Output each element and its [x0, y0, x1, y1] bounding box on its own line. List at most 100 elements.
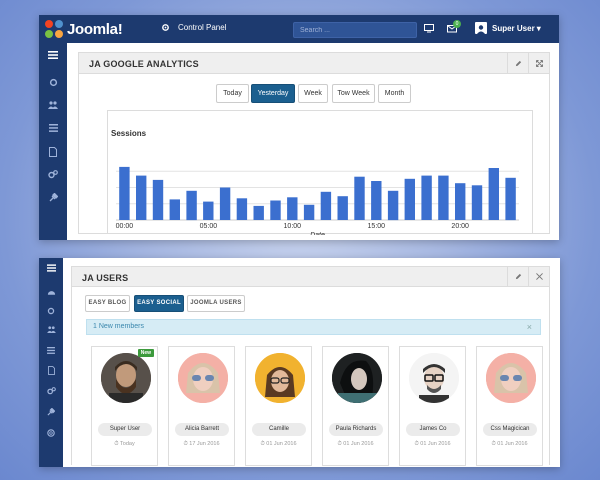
- edit-button[interactable]: [507, 267, 528, 286]
- breadcrumb: Control Panel: [178, 23, 227, 32]
- cog-icon: [162, 24, 169, 31]
- joomla-logo-icon: [45, 20, 63, 38]
- sidebar-item-dashboard[interactable]: [39, 288, 63, 296]
- sidebar: [39, 258, 63, 467]
- hamburger-icon: [48, 51, 58, 59]
- tab-easy-social[interactable]: EASY SOCIAL: [134, 295, 184, 312]
- sidebar-item-dashboard[interactable]: [39, 78, 67, 87]
- avatar: [409, 353, 459, 403]
- member-joined-date: ⏱ Today: [114, 441, 135, 447]
- sidebar-item-extensions[interactable]: [39, 408, 63, 416]
- analytics-window: Joomla! Control Panel 0 Super User ▾: [39, 15, 559, 240]
- sidebar-item-users[interactable]: [39, 101, 67, 109]
- member-card[interactable]: Camille ⏱ 01 Jun 2016: [245, 346, 312, 466]
- sidebar-item-menus[interactable]: [39, 124, 67, 132]
- chart-bar: [219, 187, 231, 220]
- expand-icon: [535, 273, 543, 280]
- list-icon: [47, 347, 55, 354]
- member-card[interactable]: Alicia Barrett ⏱ 17 Jun 2016: [168, 346, 235, 466]
- joomla-logo[interactable]: Joomla!: [45, 20, 123, 38]
- sessions-chart: 00:00 05:00 10:00 15:00 20:00 Date: [116, 166, 519, 235]
- sidebar-item-users[interactable]: [39, 326, 63, 333]
- users-window: JA USERS EASY BLOG EASY SOCIAL JOOMLA US…: [39, 258, 560, 467]
- avatar: [178, 353, 228, 403]
- member-card[interactable]: New Super User ⏱ Today: [91, 346, 158, 466]
- plug-icon: [47, 408, 55, 416]
- member-joined-date: ⏱ 01 Jun 2016: [491, 441, 528, 447]
- sidebar-item-components[interactable]: [39, 170, 67, 179]
- user-avatar-icon: [475, 22, 487, 34]
- new-badge: New: [137, 349, 154, 357]
- chart-bar: [152, 179, 164, 220]
- chart-bar: [438, 175, 449, 220]
- menu-toggle[interactable]: [39, 264, 63, 272]
- sidebar-item-content[interactable]: [39, 147, 67, 157]
- pencil-icon: [515, 273, 521, 280]
- control-panel-link[interactable]: Control Panel: [161, 23, 226, 32]
- member-name[interactable]: Paula Richards: [329, 423, 383, 436]
- sidebar: [39, 43, 67, 240]
- x-tick-label: 20:00: [451, 223, 469, 230]
- member-name[interactable]: Camille: [252, 423, 306, 436]
- tab-easy-blog[interactable]: EASY BLOG: [85, 295, 130, 312]
- x-tick-label: 00:00: [116, 223, 134, 230]
- sidebar-item-content[interactable]: [39, 366, 63, 375]
- sidebar-item-settings[interactable]: [39, 307, 63, 315]
- chart-bar: [421, 175, 432, 220]
- x-tick-label: 10:00: [284, 223, 302, 230]
- sidebar-item-menus[interactable]: [39, 347, 63, 354]
- file-icon: [49, 147, 57, 157]
- dashboard-icon: [47, 291, 55, 295]
- plug-icon: [49, 193, 58, 202]
- cogs-icon: [48, 170, 58, 179]
- avatar: [486, 353, 536, 403]
- analytics-module: JA GOOGLE ANALYTICS Today Yesterday Week…: [78, 52, 550, 235]
- avatar: [255, 353, 305, 403]
- module-title: JA USERS: [82, 273, 129, 283]
- x-tick-label: 15:00: [368, 223, 386, 230]
- sidebar-item-extensions[interactable]: [39, 193, 67, 202]
- member-name[interactable]: Alicia Barrett: [175, 423, 229, 436]
- member-card[interactable]: Paula Richards ⏱ 01 Jun 2016: [322, 346, 389, 466]
- chart-bar: [505, 177, 516, 221]
- chart-bar: [354, 176, 365, 220]
- user-name: Super User: [492, 23, 535, 33]
- new-members-alert: 1 New members ×: [86, 319, 541, 335]
- member-joined-date: ⏱ 17 Jun 2016: [183, 441, 220, 447]
- message-count-badge: 0: [453, 20, 461, 28]
- member-card[interactable]: Css Magicican ⏱ 01 Jun 2016: [476, 346, 543, 466]
- search-input[interactable]: [293, 22, 417, 38]
- logo-text: Joomla!: [67, 20, 123, 38]
- chart-bar: [387, 190, 399, 221]
- lifebuoy-icon: [47, 429, 55, 437]
- member-joined-date: ⏱ 01 Jun 2016: [260, 441, 297, 447]
- alert-text: 1 New members: [93, 323, 144, 330]
- chart-bar: [119, 166, 130, 220]
- close-icon[interactable]: ×: [527, 320, 532, 334]
- chart-bar: [488, 168, 499, 220]
- expand-button[interactable]: [528, 267, 549, 286]
- sidebar-item-help[interactable]: [39, 429, 63, 437]
- chart-bar: [186, 190, 197, 221]
- x-tick-label: 05:00: [200, 223, 218, 230]
- tab-joomla-users[interactable]: JOOMLA USERS: [187, 295, 245, 312]
- chart-bar: [471, 185, 483, 220]
- member-card[interactable]: James Co ⏱ 01 Jun 2016: [399, 346, 466, 466]
- avatar: [332, 353, 382, 403]
- top-navbar: Joomla! Control Panel 0 Super User ▾: [39, 15, 559, 43]
- member-name[interactable]: Super User: [98, 423, 152, 436]
- sidebar-item-components[interactable]: [39, 387, 63, 395]
- member-name[interactable]: James Co: [406, 423, 460, 436]
- member-joined-date: ⏱ 01 Jun 2016: [337, 441, 374, 447]
- gear-icon: [49, 78, 57, 87]
- user-menu[interactable]: Super User ▾: [475, 22, 541, 34]
- chart-bar: [169, 199, 180, 220]
- chart-bar: [236, 198, 248, 220]
- menu-toggle[interactable]: [39, 51, 67, 59]
- chart-bar: [203, 201, 214, 220]
- chart-bar: [253, 205, 264, 220]
- monitor-icon[interactable]: [424, 24, 434, 33]
- member-name[interactable]: Css Magicican: [483, 423, 537, 436]
- cogs-icon: [46, 387, 56, 395]
- x-axis-label: Date: [310, 232, 325, 235]
